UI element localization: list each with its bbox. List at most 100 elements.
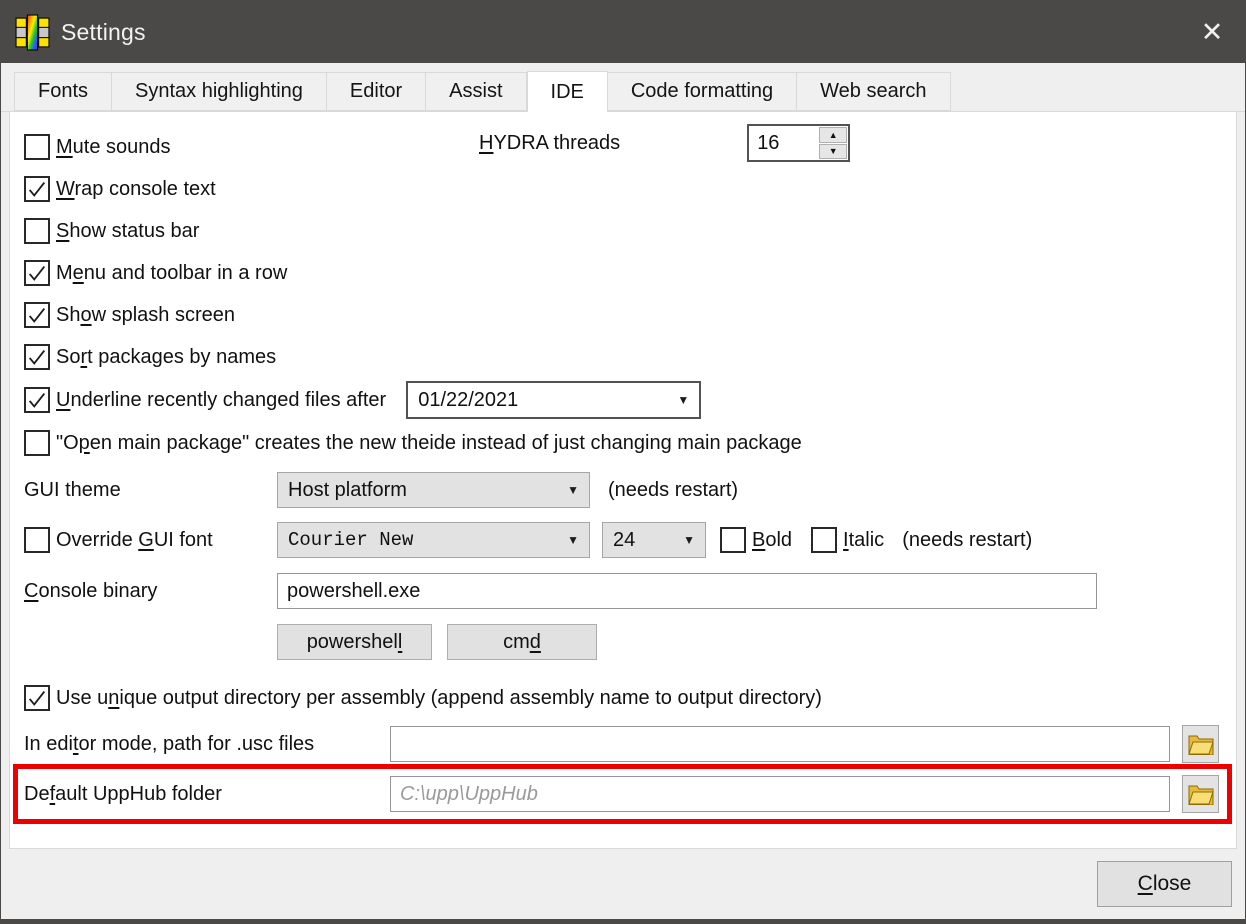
window-close-button[interactable]: ✕ — [1179, 1, 1245, 63]
checkbox-label: Wrap console text — [56, 178, 216, 201]
tab-fonts[interactable]: Fonts — [14, 72, 112, 111]
checkbox-box[interactable] — [24, 685, 50, 711]
checkbox-box[interactable] — [24, 134, 50, 160]
tab-code-formatting[interactable]: Code formatting — [608, 72, 797, 111]
needs-restart-note: (needs restart) — [608, 479, 738, 502]
upphub-folder-label: Default UppHub folder — [24, 783, 390, 806]
checkbox-label: Sort packages by names — [56, 346, 276, 369]
dialog-button-bar: Close — [1, 849, 1245, 919]
checkbox-box[interactable] — [24, 218, 50, 244]
override-font-row: Override GUI font Courier New ▼ 24 ▼ Bol… — [24, 522, 1221, 558]
usc-path-input[interactable] — [390, 726, 1170, 762]
checkbox-open-main-package[interactable]: "Open main package" creates the new thei… — [24, 422, 1221, 464]
tab-bar: Fonts Syntax highlighting Editor Assist … — [1, 63, 1245, 112]
underline-recent-row: Underline recently changed files after 0… — [24, 378, 1221, 422]
checkbox-bold[interactable]: Bold — [720, 527, 792, 553]
console-binary-input[interactable] — [277, 573, 1097, 609]
checkbox-box[interactable] — [811, 527, 837, 553]
checkbox-italic[interactable]: Italic — [811, 527, 884, 553]
spinner-buttons: ▲ ▼ — [818, 126, 848, 160]
gui-font-size-value: 24 — [613, 529, 635, 552]
close-button[interactable]: Close — [1097, 861, 1232, 907]
hydra-threads-label: HYDRA threads — [479, 132, 620, 155]
chevron-down-icon: ▼ — [677, 393, 689, 407]
tab-syntax-highlighting[interactable]: Syntax highlighting — [112, 72, 327, 111]
checkbox-box[interactable] — [24, 527, 50, 553]
checkbox-box[interactable] — [24, 176, 50, 202]
gui-font-size-droplist[interactable]: 24 ▼ — [602, 522, 706, 558]
upphub-folder-row-highlight: Default UppHub folder — [13, 764, 1232, 824]
checkbox-unique-output-dir[interactable]: Use unique output directory per assembly… — [24, 677, 1221, 719]
checkbox-label: Mute sounds — [56, 136, 171, 159]
console-binary-row: Console binary — [24, 573, 1221, 609]
titlebar: Settings ✕ — [1, 1, 1245, 63]
hydra-threads-input[interactable] — [749, 126, 818, 160]
chevron-down-icon: ▼ — [567, 483, 579, 497]
gui-theme-droplist[interactable]: Host platform ▼ — [277, 472, 590, 508]
checkbox-box[interactable] — [24, 430, 50, 456]
app-icon — [14, 14, 51, 51]
cmd-button[interactable]: cmd — [447, 624, 597, 660]
checkbox-box[interactable] — [24, 387, 50, 413]
upphub-browse-button[interactable] — [1182, 775, 1219, 813]
checkbox-label: "Open main package" creates the new thei… — [56, 432, 802, 455]
checkbox-label: Bold — [752, 529, 792, 552]
gui-theme-label: GUI theme — [24, 479, 277, 502]
console-binary-label: Console binary — [24, 580, 277, 603]
window-title: Settings — [61, 19, 146, 46]
tab-editor[interactable]: Editor — [327, 72, 426, 111]
hydra-threads-spinner: ▲ ▼ — [747, 124, 850, 162]
checkbox-box[interactable] — [720, 527, 746, 553]
usc-path-browse-button[interactable] — [1182, 725, 1219, 763]
checkbox-override-gui-font[interactable]: Override GUI font — [24, 527, 277, 553]
underline-date-combo[interactable]: 01/22/2021 ▼ — [406, 381, 701, 419]
check-icon — [26, 687, 48, 709]
checkbox-box[interactable] — [24, 344, 50, 370]
close-icon: ✕ — [1201, 17, 1224, 48]
checkbox-label: Use unique output directory per assembly… — [56, 687, 822, 710]
usc-path-label: In editor mode, path for .usc files — [24, 733, 390, 756]
upphub-folder-input[interactable] — [390, 776, 1170, 812]
gui-font-value: Courier New — [288, 529, 413, 551]
checkbox-box[interactable] — [24, 302, 50, 328]
tab-ide[interactable]: IDE — [527, 71, 608, 112]
shell-buttons-row: powershell cmd — [24, 624, 1221, 660]
spin-down-button[interactable]: ▼ — [819, 144, 847, 160]
check-icon — [26, 389, 48, 411]
checkbox-label: Override GUI font — [56, 529, 213, 552]
checkbox-show-splash-screen[interactable]: Show splash screen — [24, 294, 1221, 336]
checkbox-menu-toolbar-row[interactable]: Menu and toolbar in a row — [24, 252, 1221, 294]
checkbox-label: Show splash screen — [56, 304, 235, 327]
check-icon — [26, 262, 48, 284]
checkbox-label: Underline recently changed files after — [56, 389, 386, 412]
folder-icon — [1188, 783, 1214, 805]
hydra-threads-group: HYDRA threads ▲ ▼ — [479, 124, 850, 162]
gui-theme-value: Host platform — [288, 479, 407, 502]
checkbox-show-status-bar[interactable]: Show status bar — [24, 210, 1221, 252]
powershell-button[interactable]: powershell — [277, 624, 432, 660]
settings-window: Settings ✕ Fonts Syntax highlighting Edi… — [0, 0, 1246, 924]
tab-assist[interactable]: Assist — [426, 72, 526, 111]
ide-tab-page: HYDRA threads ▲ ▼ Mute sounds Wrap conso… — [9, 112, 1237, 849]
arrow-up-icon: ▲ — [829, 130, 838, 140]
spin-up-button[interactable]: ▲ — [819, 127, 847, 143]
checkbox-underline-recent[interactable]: Underline recently changed files after — [24, 378, 386, 422]
gui-theme-row: GUI theme Host platform ▼ (needs restart… — [24, 472, 1221, 508]
checkbox-sort-packages[interactable]: Sort packages by names — [24, 336, 1221, 378]
chevron-down-icon: ▼ — [567, 533, 579, 547]
chevron-down-icon: ▼ — [683, 533, 695, 547]
checkbox-box[interactable] — [24, 260, 50, 286]
tab-web-search[interactable]: Web search — [797, 72, 950, 111]
check-icon — [26, 346, 48, 368]
check-icon — [26, 304, 48, 326]
folder-icon — [1188, 733, 1214, 755]
arrow-down-icon: ▼ — [829, 146, 838, 156]
needs-restart-note: (needs restart) — [902, 529, 1032, 552]
checkbox-wrap-console-text[interactable]: Wrap console text — [24, 168, 1221, 210]
checkbox-label: Italic — [843, 529, 884, 552]
underline-date-value: 01/22/2021 — [418, 389, 518, 412]
check-icon — [26, 178, 48, 200]
gui-font-droplist[interactable]: Courier New ▼ — [277, 522, 590, 558]
checkbox-label: Menu and toolbar in a row — [56, 262, 287, 285]
usc-path-row: In editor mode, path for .usc files — [24, 725, 1221, 763]
